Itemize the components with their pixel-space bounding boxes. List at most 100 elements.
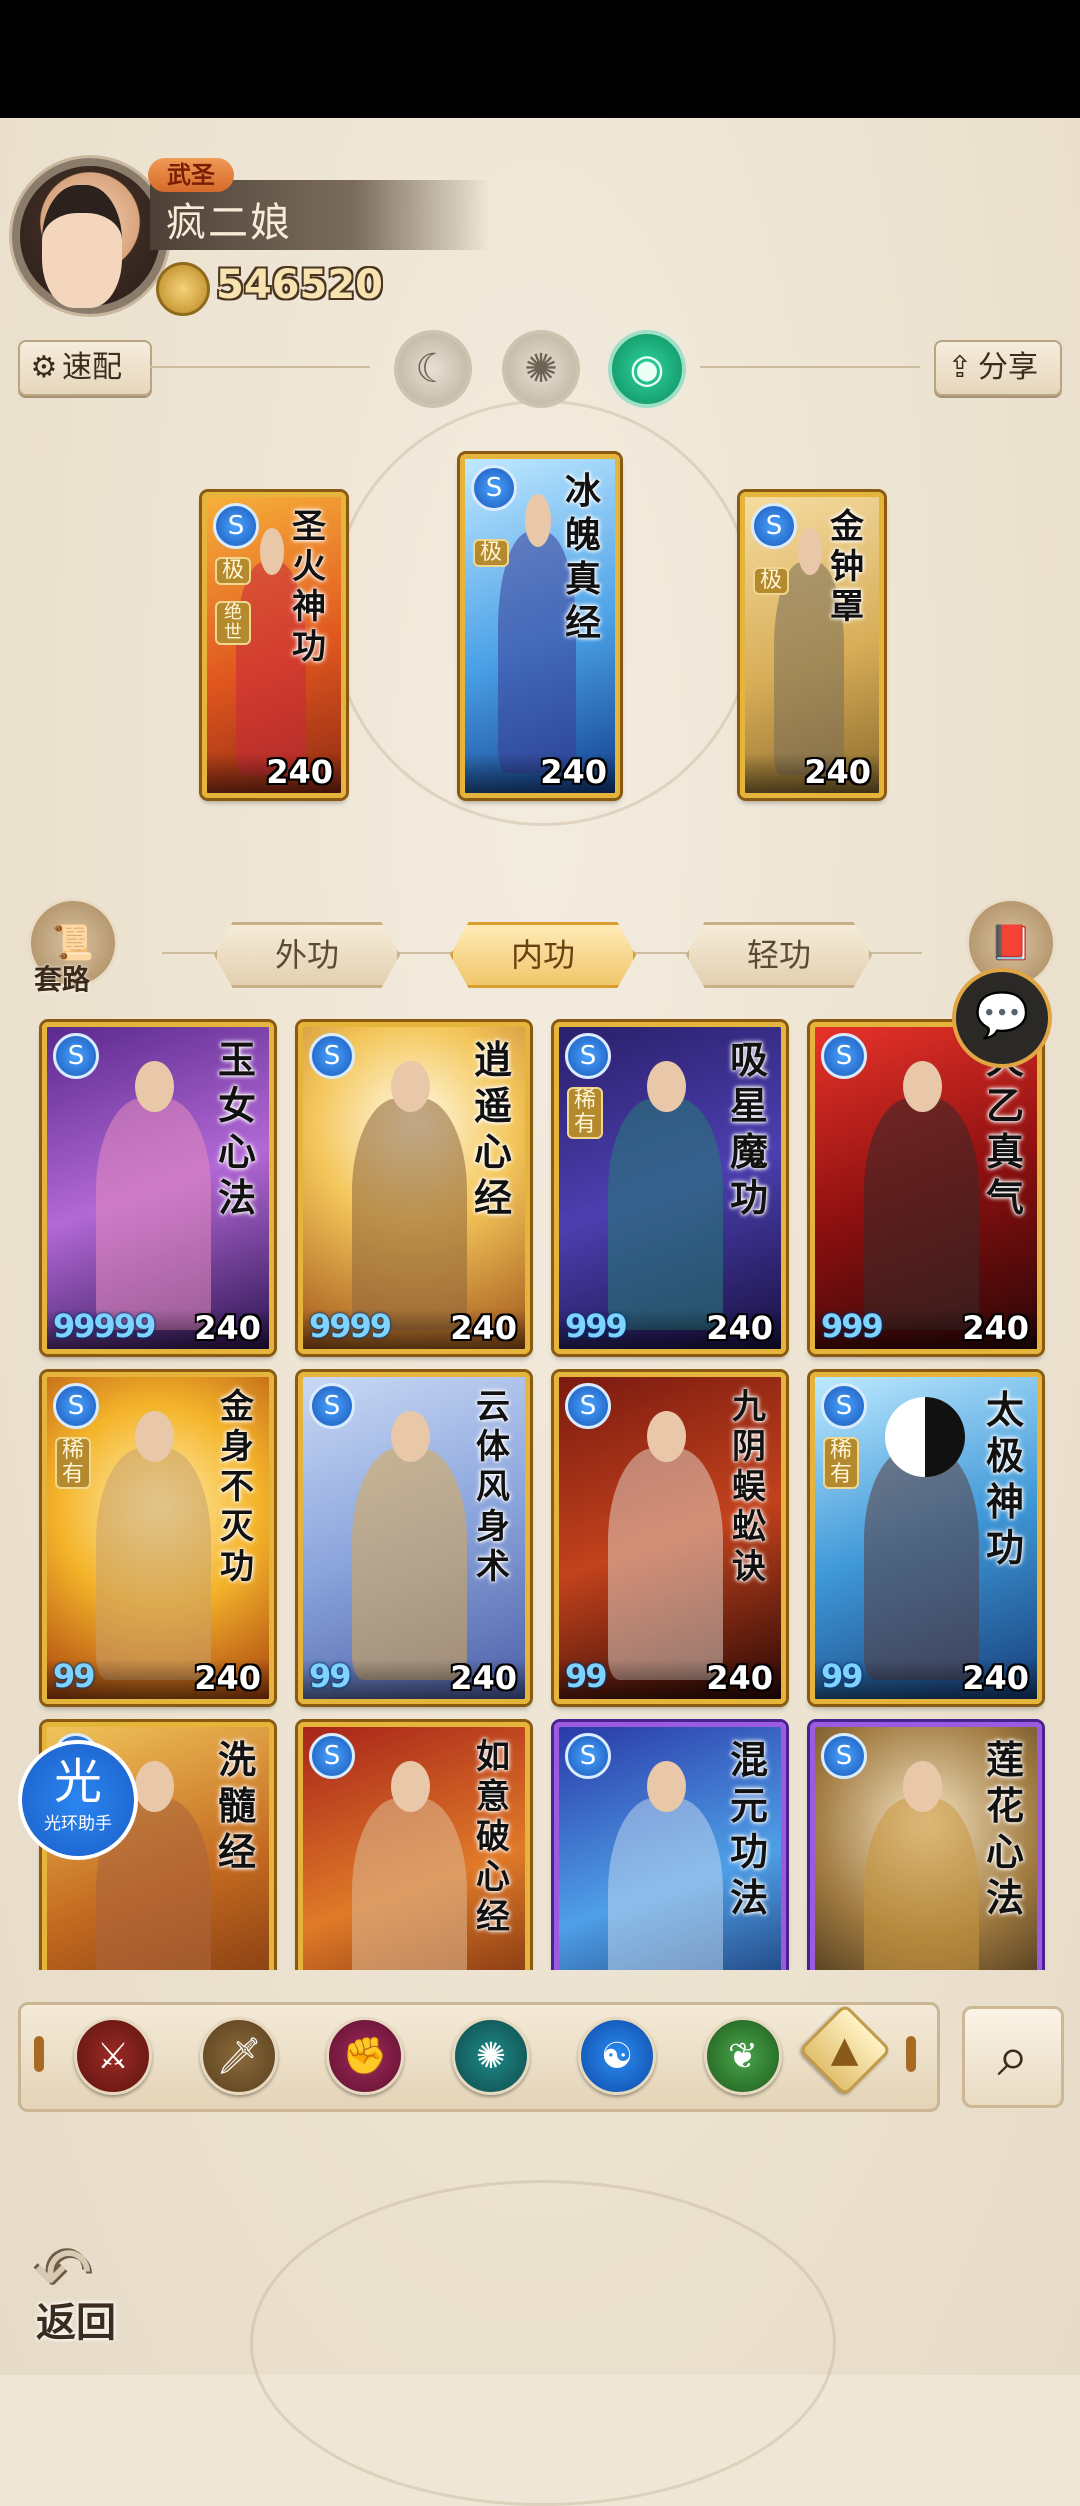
bar-end-cap — [34, 2036, 44, 2072]
power-coin-icon — [156, 262, 210, 316]
card-name: 逍遥心经 — [473, 1037, 512, 1220]
internal-skill-icon: S — [213, 503, 259, 549]
back-button[interactable]: 返回 — [36, 2290, 116, 2348]
helper-logo: 光 — [53, 1754, 102, 1810]
fan-filter-icon[interactable]: ✺ — [452, 2017, 530, 2095]
card-level: 240 — [706, 1309, 773, 1347]
card-name: 太极神功 — [985, 1387, 1024, 1570]
rare-tag: 稀有 — [567, 1087, 603, 1139]
skill-card[interactable]: S 玉女心法 99999 240 — [42, 1022, 274, 1354]
card-level: 240 — [266, 753, 333, 791]
player-name: 疯二娘 — [166, 200, 292, 246]
equipped-card-1[interactable]: S 极 绝世 圣火神功 240 — [202, 492, 346, 798]
chat-button[interactable]: 💬 — [952, 968, 1052, 1068]
tab-internal[interactable]: 内功 — [450, 922, 636, 988]
rare-tag: 稀有 — [55, 1437, 91, 1489]
internal-skill-icon: S — [821, 1733, 867, 1779]
internal-skill-icon: S — [821, 1383, 867, 1429]
share-button[interactable]: ⇪ 分享 — [934, 340, 1062, 396]
internal-skill-icon: S — [53, 1033, 99, 1079]
jade-slot-icon[interactable]: ◉ — [608, 330, 686, 408]
card-name: 混元功法 — [729, 1737, 768, 1920]
card-name: 吸星魔功 — [729, 1037, 768, 1220]
star-pips: 9999 — [309, 1307, 392, 1345]
divider — [150, 366, 370, 368]
internal-skill-icon: S — [751, 503, 797, 549]
bar-end-cap — [906, 2036, 916, 2072]
skill-card[interactable]: S 九阴蜈蚣诀 99 240 — [554, 1372, 786, 1704]
chat-bubble-icon: 💬 — [974, 990, 1030, 1041]
star-pips: 99 — [821, 1657, 864, 1695]
fist-filter-icon[interactable]: ✊ — [326, 2017, 404, 2095]
routine-label: 套路 — [34, 963, 91, 996]
helper-label: 光环助手 — [44, 1814, 112, 1834]
sword-filter-icon[interactable]: 🗡 — [200, 2017, 278, 2095]
taiji-filter-icon[interactable]: ☯ — [578, 2017, 656, 2095]
internal-skill-icon: S — [309, 1383, 355, 1429]
helper-button[interactable]: 光 光环助手 — [18, 1740, 138, 1860]
blade-filter-icon[interactable]: ⚔ — [74, 2017, 152, 2095]
card-name: 莲花心法 — [985, 1737, 1024, 1920]
gear-icon: ⚙ — [30, 350, 58, 385]
ornament-ring-bottom — [250, 2180, 836, 2506]
share-label: 分享 — [978, 350, 1038, 385]
taiji-icon — [885, 1397, 965, 1477]
quick-equip-label: 速配 — [62, 350, 122, 385]
tab-lightness[interactable]: 轻功 — [686, 922, 872, 988]
rare-tag: 稀有 — [823, 1437, 859, 1489]
skill-card[interactable]: S 逍遥心经 9999 240 — [298, 1022, 530, 1354]
star-pips: 99999 — [53, 1307, 156, 1345]
card-level: 240 — [194, 1659, 261, 1697]
card-level: 240 — [962, 1659, 1029, 1697]
snake-filter-icon[interactable]: ❦ — [704, 2017, 782, 2095]
skill-card[interactable]: S 天乙真气 999 240 — [810, 1022, 1042, 1354]
star-pips: 99 — [53, 1657, 96, 1695]
grade-tag: 极 — [753, 567, 789, 595]
equipped-card-3[interactable]: S 极 金钟罩 240 — [740, 492, 884, 798]
skill-card[interactable]: S 如意破心经 — [298, 1722, 530, 1970]
skill-card[interactable]: S 莲花心法 — [810, 1722, 1042, 1970]
card-name: 金钟罩 — [830, 507, 864, 627]
book-icon: 📕 — [989, 923, 1033, 963]
moon-slot-icon[interactable]: ☾ — [394, 330, 472, 408]
grid-row-clipped: S 洗髓经 S 如意破心经 S 混元功法 S 莲花心法 — [0, 1716, 1080, 1970]
skill-card[interactable]: S 云体风身术 99 240 — [298, 1372, 530, 1704]
card-name: 洗髓经 — [217, 1737, 256, 1874]
skill-card[interactable]: S 稀有 吸星魔功 999 240 — [554, 1022, 786, 1354]
sun-slot-icon[interactable]: ✺ — [502, 330, 580, 408]
card-level: 240 — [540, 753, 607, 791]
status-bar — [0, 0, 1080, 118]
skill-card[interactable]: S 稀有 太极神功 99 240 — [810, 1372, 1042, 1704]
search-button[interactable]: ⌕ — [962, 2006, 1064, 2108]
star-pips: 99 — [565, 1657, 608, 1695]
internal-skill-icon: S — [471, 465, 517, 511]
card-name: 九阴蜈蚣诀 — [732, 1387, 766, 1587]
card-level: 240 — [450, 1309, 517, 1347]
card-name: 金身不灭功 — [220, 1387, 254, 1587]
internal-skill-icon: S — [821, 1033, 867, 1079]
internal-skill-icon: S — [565, 1033, 611, 1079]
card-level: 240 — [706, 1659, 773, 1697]
card-level: 240 — [450, 1659, 517, 1697]
card-name: 云体风身术 — [476, 1387, 510, 1587]
equipped-card-2[interactable]: S 极 冰魄真经 240 — [460, 454, 620, 798]
card-level: 240 — [962, 1309, 1029, 1347]
star-pips: 99 — [309, 1657, 352, 1695]
quick-equip-button[interactable]: ⚙ 速配 — [18, 340, 152, 396]
internal-skill-icon: S — [565, 1383, 611, 1429]
skill-card[interactable]: S 稀有 金身不灭功 99 240 — [42, 1372, 274, 1704]
search-icon: ⌕ — [997, 2024, 1029, 2089]
card-name: 如意破心经 — [476, 1737, 510, 1937]
card-name: 玉女心法 — [217, 1037, 256, 1220]
tab-external[interactable]: 外功 — [214, 922, 400, 988]
title-badge: 武圣 — [148, 158, 234, 192]
card-level: 240 — [804, 753, 871, 791]
star-pips: 999 — [821, 1307, 884, 1345]
power-value: 546520 — [216, 262, 383, 308]
grade-tag: 极 — [215, 557, 251, 585]
card-level: 240 — [194, 1309, 261, 1347]
internal-skill-icon: S — [309, 1733, 355, 1779]
skill-card[interactable]: S 混元功法 — [554, 1722, 786, 1970]
card-name: 冰魄真经 — [564, 470, 601, 644]
avatar-face — [42, 185, 122, 308]
